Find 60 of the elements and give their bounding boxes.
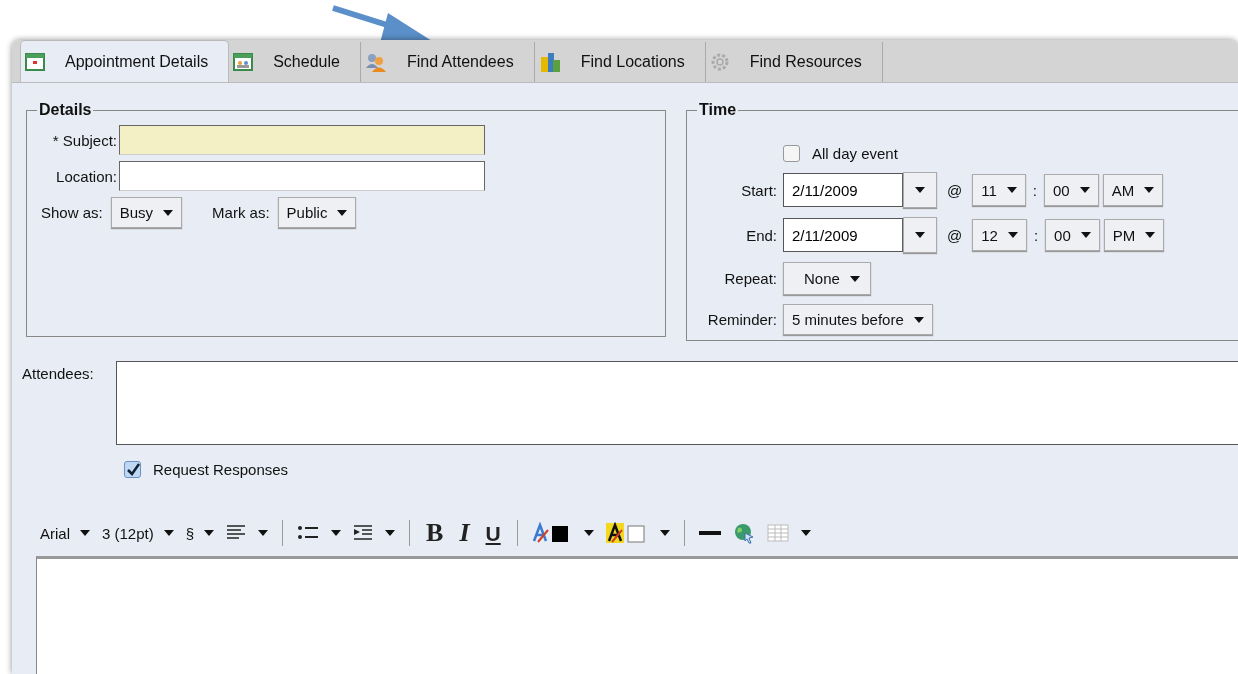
globe-icon[interactable] xyxy=(732,522,755,544)
highlight-color-icon[interactable] xyxy=(605,522,648,544)
align-left-icon[interactable] xyxy=(226,525,247,541)
hour-dropdown[interactable]: 11 xyxy=(972,174,1026,206)
indent-icon[interactable] xyxy=(353,525,374,541)
location-field[interactable] xyxy=(119,161,485,191)
buildings-icon xyxy=(538,51,561,73)
field-label: Repeat: xyxy=(723,270,777,287)
checkbox[interactable] xyxy=(124,461,141,478)
tab[interactable]: Appointment Details xyxy=(20,40,230,82)
italic-button[interactable]: I xyxy=(457,520,472,546)
bold-button[interactable]: B xyxy=(424,520,446,546)
attendees-field[interactable] xyxy=(116,361,1238,445)
calendar-people-icon xyxy=(233,52,254,72)
date-field[interactable]: 2/11/2009 xyxy=(783,218,903,252)
underline-button[interactable]: U xyxy=(483,522,503,544)
calendar-icon xyxy=(25,51,45,72)
date-picker-button[interactable] xyxy=(903,217,937,253)
caret-icon[interactable] xyxy=(258,530,269,536)
at-sign: @ xyxy=(947,226,963,244)
repeat-dropdown[interactable]: None xyxy=(783,262,871,295)
am-pm-dropdown[interactable]: PM xyxy=(1103,219,1165,251)
checkbox-label: Request Responses xyxy=(153,461,289,478)
show-as-dropdown[interactable]: Busy xyxy=(110,197,183,228)
people-icon xyxy=(364,52,387,72)
hour-dropdown[interactable]: 12 xyxy=(972,219,1027,251)
panel-title: Time xyxy=(698,101,738,119)
field-label: Attendees: xyxy=(22,364,95,382)
message-editor[interactable] xyxy=(36,556,1238,674)
time-separator: : xyxy=(1033,226,1039,244)
caret-icon[interactable] xyxy=(385,530,396,536)
am-pm-dropdown[interactable]: AM xyxy=(1102,174,1164,206)
font-dropdown[interactable]: Arial xyxy=(40,524,90,542)
at-sign: @ xyxy=(947,181,963,199)
time-separator: : xyxy=(1032,181,1037,199)
field-label: Reminder: xyxy=(706,311,777,328)
field-label: End: xyxy=(745,226,777,244)
field-label: Mark as: xyxy=(212,204,270,221)
mark-as-dropdown[interactable]: Public xyxy=(277,197,357,228)
bullet-list-icon[interactable] xyxy=(297,525,320,541)
caret-icon[interactable] xyxy=(331,530,342,536)
subject-field[interactable] xyxy=(119,125,485,155)
panel-title: Details xyxy=(38,101,93,119)
caret-icon[interactable] xyxy=(800,530,811,536)
font-dropdown[interactable]: § xyxy=(185,524,215,542)
field-label: Location: xyxy=(55,167,117,185)
checkbox[interactable] xyxy=(783,145,800,162)
field-label: Start: xyxy=(740,181,777,199)
caret-icon[interactable] xyxy=(659,530,670,536)
date-picker-button[interactable] xyxy=(903,172,937,208)
minute-dropdown[interactable]: 00 xyxy=(1044,174,1099,206)
minute-dropdown[interactable]: 00 xyxy=(1045,219,1100,251)
caret-icon[interactable] xyxy=(583,530,594,536)
date-field[interactable]: 2/11/2009 xyxy=(783,173,903,207)
field-label: * Subject: xyxy=(51,131,117,149)
gear-icon xyxy=(709,52,730,72)
checkbox-label: All day event xyxy=(812,145,898,162)
field-label: Show as: xyxy=(41,204,103,221)
reminder-dropdown[interactable]: 5 minutes before xyxy=(783,304,933,335)
font-dropdown[interactable]: 3 (12pt) xyxy=(102,524,174,542)
